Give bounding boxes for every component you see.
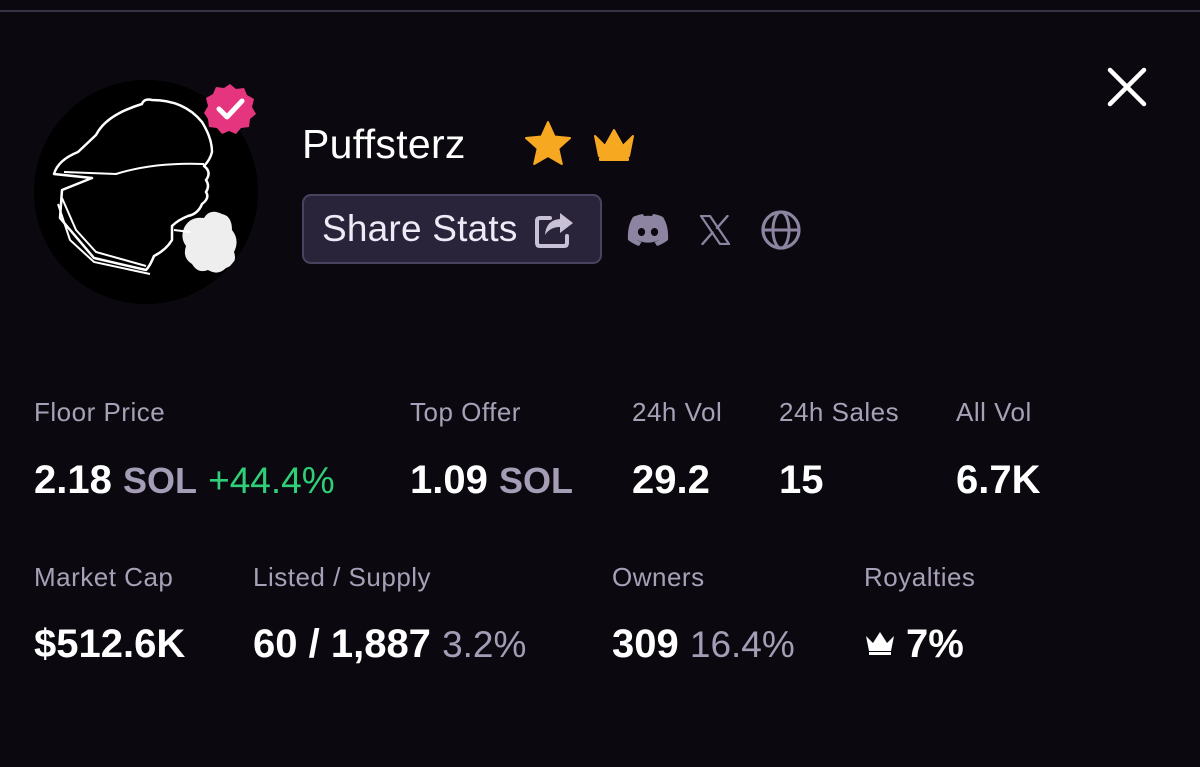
all-vol-value: 6.7K (956, 458, 1041, 502)
listed-supply-value: 60 / 1,887 3.2% (253, 622, 526, 667)
listed-supply-pct: 3.2% (442, 624, 527, 665)
royalties-amount: 7% (906, 622, 964, 666)
close-icon (1107, 67, 1147, 107)
top-border (0, 0, 1200, 12)
floor-price-label: Floor Price (34, 397, 166, 427)
sales-24h-value: 15 (779, 458, 824, 502)
listed-supply-amount: 60 / 1,887 (253, 622, 431, 666)
share-stats-label: Share Stats (322, 208, 518, 249)
share-external-icon (534, 213, 573, 248)
verified-check-icon (204, 84, 256, 134)
owners-pct: 16.4% (689, 624, 795, 665)
top-offer-unit: SOL (498, 460, 573, 501)
all-vol-label: All Vol (956, 397, 1032, 427)
market-cap-value: $512.6K (34, 622, 186, 666)
floor-price-amount: 2.18 (34, 458, 112, 502)
crown-icon (594, 129, 634, 161)
listed-supply-label: Listed / Supply (253, 562, 432, 592)
globe-icon (761, 210, 801, 250)
x-icon (699, 215, 731, 245)
owners-value: 309 16.4% (612, 622, 795, 667)
website-link[interactable] (759, 208, 803, 252)
top-offer-label: Top Offer (410, 397, 521, 427)
floor-price-unit: SOL (122, 460, 197, 501)
discord-icon (627, 214, 669, 246)
x-link[interactable] (696, 208, 734, 252)
market-cap-label: Market Cap (34, 562, 174, 592)
close-button[interactable] (1100, 60, 1154, 114)
star-icon (525, 121, 571, 165)
top-offer-value: 1.09 SOL (410, 458, 573, 503)
discord-link[interactable] (624, 208, 672, 252)
vol-24h-value: 29.2 (632, 458, 710, 502)
share-stats-button[interactable]: Share Stats (302, 194, 602, 264)
royalties-label: Royalties (864, 562, 976, 592)
floor-price-change: +44.4% (208, 460, 335, 501)
collection-name: Puffsterz (302, 121, 466, 167)
floor-price-value: 2.18 SOL +44.4% (34, 458, 335, 503)
vol-24h-label: 24h Vol (632, 397, 723, 427)
verified-badge (203, 82, 257, 136)
top-offer-amount: 1.09 (410, 458, 488, 502)
royalties-value: 7% (864, 622, 964, 667)
owners-amount: 309 (612, 622, 679, 666)
royalty-crown-icon (866, 632, 894, 656)
sales-24h-label: 24h Sales (779, 397, 900, 427)
owners-label: Owners (612, 562, 705, 592)
